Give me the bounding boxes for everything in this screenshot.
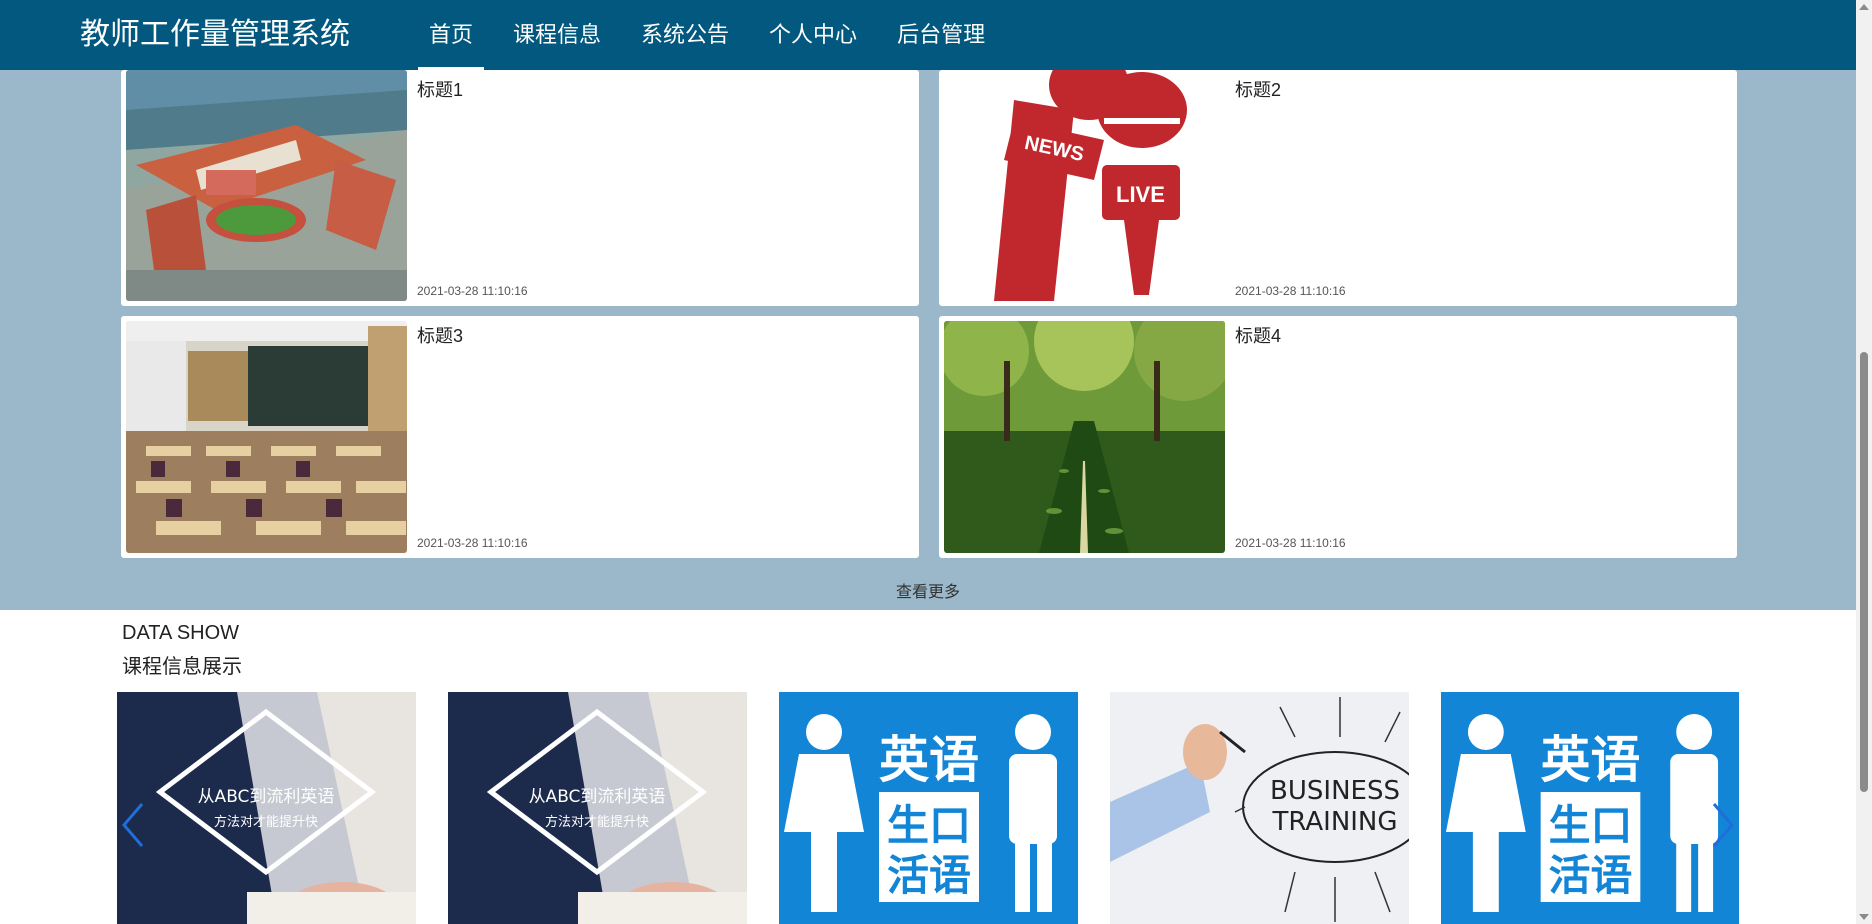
- nav-home[interactable]: 首页: [418, 0, 485, 70]
- scrollbar-thumb[interactable]: [1860, 352, 1868, 792]
- news-date: 2021-03-28 11:10:16: [1235, 284, 1346, 298]
- carousel-item-5[interactable]: 英语 生口 活语: [1441, 692, 1739, 924]
- news-image-campus[interactable]: [126, 70, 407, 301]
- main-nav: 首页 课程信息 系统公告 个人中心 后台管理: [418, 0, 1014, 70]
- poster-text: BUSINESS: [1270, 776, 1400, 806]
- news-title[interactable]: 标题3: [417, 322, 463, 348]
- top-navbar: 教师工作量管理系统 首页 课程信息 系统公告 个人中心 后台管理: [0, 0, 1856, 70]
- poster-text: 活语: [1549, 851, 1633, 900]
- news-date: 2021-03-28 11:10:16: [417, 536, 528, 550]
- news-card-1[interactable]: 标题1 2021-03-28 11:10:16: [121, 70, 919, 306]
- news-image-road[interactable]: [944, 321, 1225, 553]
- poster-text: 从ABC到流利英语: [198, 787, 335, 807]
- site-logo[interactable]: 教师工作量管理系统: [80, 16, 350, 54]
- poster-text: 生口: [887, 801, 971, 850]
- nav-announcements[interactable]: 系统公告: [630, 0, 740, 70]
- news-title[interactable]: 标题4: [1235, 322, 1281, 348]
- scroll-down-arrow-icon[interactable]: [1859, 914, 1869, 920]
- poster-text: 英语: [879, 731, 979, 789]
- poster-text: 方法对才能提升快: [214, 814, 318, 830]
- poster-text: TRAINING: [1271, 807, 1397, 837]
- scroll-up-arrow-icon[interactable]: [1859, 4, 1869, 10]
- poster-text: 从ABC到流利英语: [529, 787, 666, 807]
- data-show-title: DATA SHOW: [122, 622, 240, 644]
- carousel-item-4[interactable]: BUSINESS TRAINING: [1110, 692, 1409, 924]
- news-image-microphones[interactable]: NEWS LIVE: [944, 70, 1225, 301]
- poster-text: 英语: [1541, 731, 1641, 789]
- nav-personal-center[interactable]: 个人中心: [758, 0, 868, 70]
- news-image-classroom[interactable]: [126, 321, 407, 553]
- news-date: 2021-03-28 11:10:16: [417, 284, 528, 298]
- news-title[interactable]: 标题1: [417, 76, 463, 102]
- carousel-prev-arrow-icon[interactable]: [118, 800, 148, 850]
- poster-text: 方法对才能提升快: [545, 814, 649, 830]
- page-scrollbar[interactable]: [1856, 0, 1872, 924]
- carousel-item-3[interactable]: 英语 生口 活语: [779, 692, 1078, 924]
- news-date: 2021-03-28 11:10:16: [1235, 536, 1346, 550]
- news-card-2[interactable]: NEWS LIVE 标题2 2021-03-28 11:10:16: [939, 70, 1737, 306]
- poster-text: 生口: [1549, 801, 1633, 850]
- data-show-subtitle: 课程信息展示: [122, 656, 242, 678]
- nav-course-info[interactable]: 课程信息: [502, 0, 612, 70]
- view-more-link[interactable]: 查看更多: [0, 578, 1856, 602]
- poster-text: 活语: [887, 851, 971, 900]
- carousel-item-1[interactable]: 从ABC到流利英语 方法对才能提升快: [117, 692, 416, 924]
- carousel-item-2[interactable]: 从ABC到流利英语 方法对才能提升快: [448, 692, 747, 924]
- carousel-next-arrow-icon[interactable]: [1708, 800, 1738, 850]
- nav-admin[interactable]: 后台管理: [886, 0, 996, 70]
- svg-text:LIVE: LIVE: [1116, 182, 1165, 207]
- news-title[interactable]: 标题2: [1235, 76, 1281, 102]
- news-card-3[interactable]: 标题3 2021-03-28 11:10:16: [121, 316, 919, 558]
- news-card-4[interactable]: 标题4 2021-03-28 11:10:16: [939, 316, 1737, 558]
- news-section: 标题1 2021-03-28 11:10:16 NEWS LIVE 标题2 20…: [0, 70, 1856, 610]
